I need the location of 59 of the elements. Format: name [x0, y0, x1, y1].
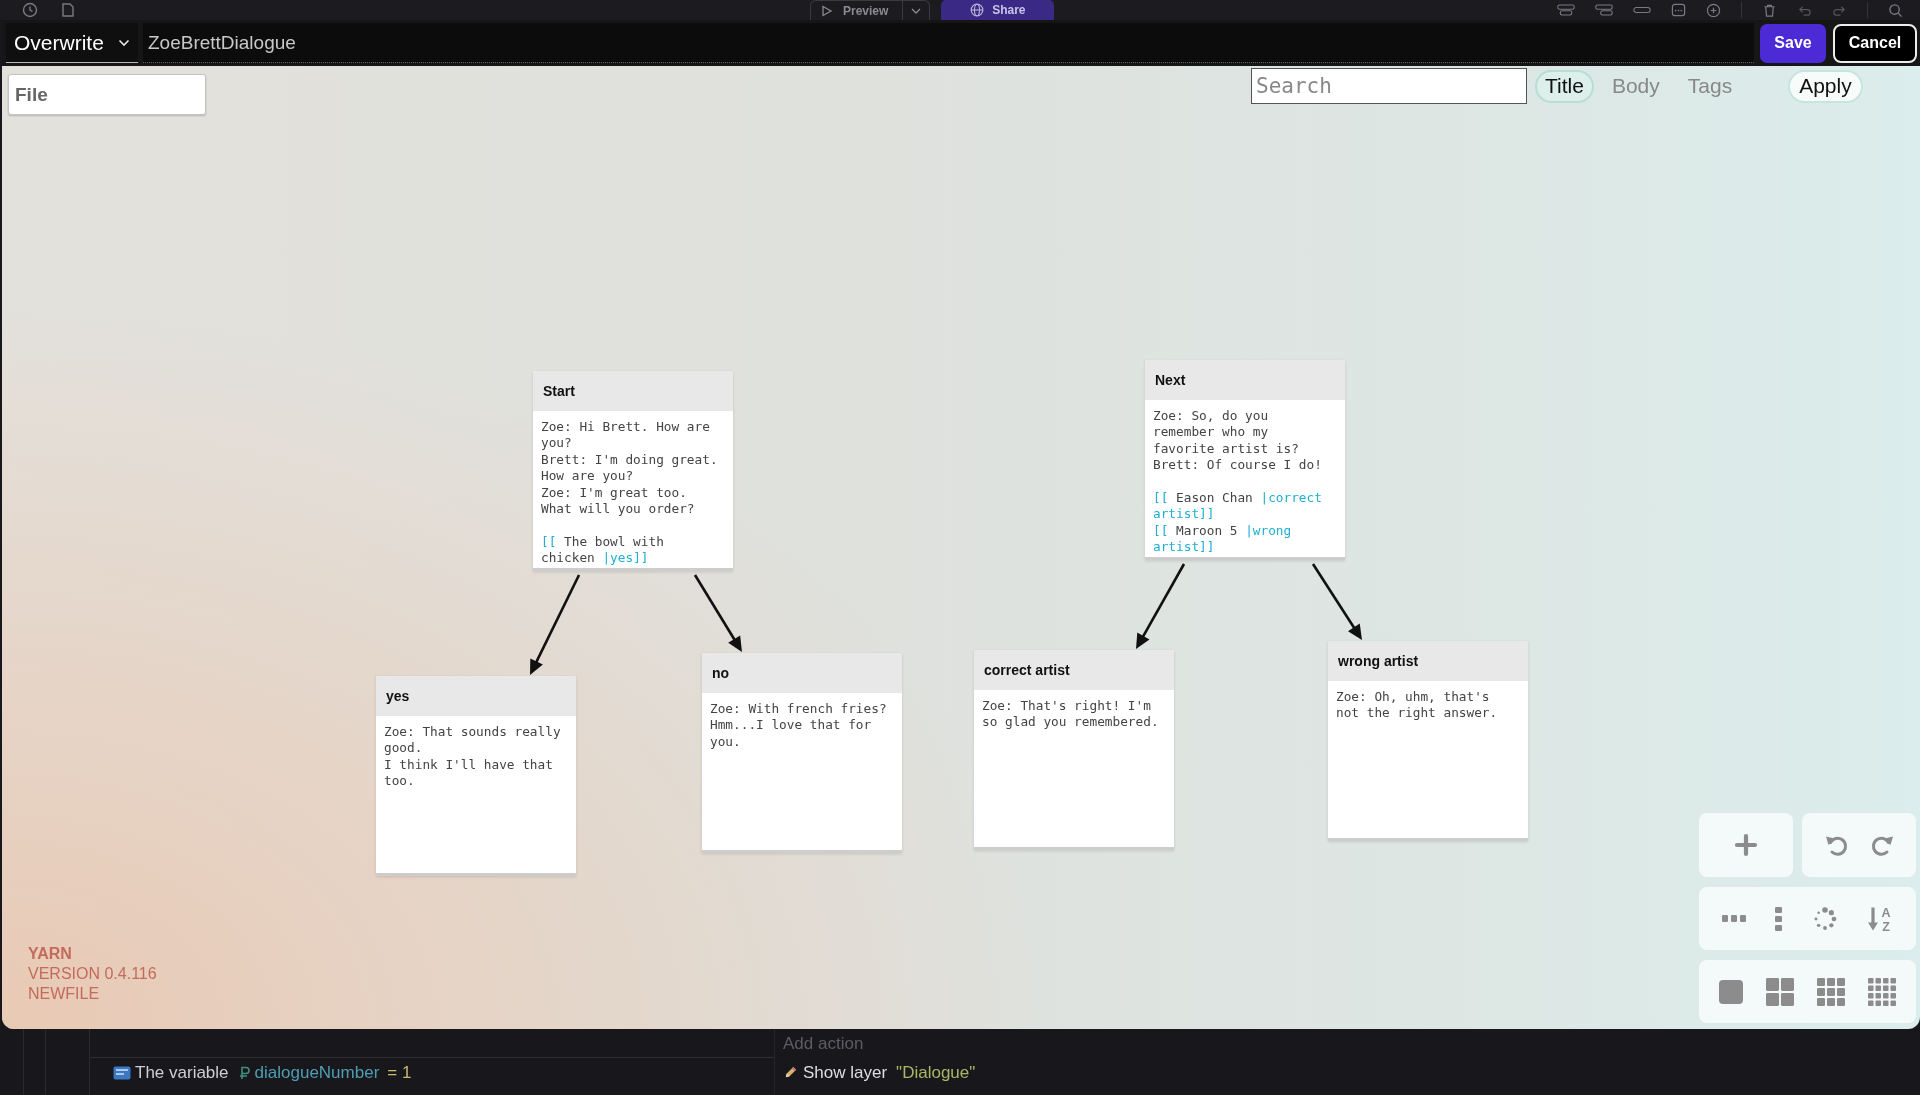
- mode-select[interactable]: Overwrite: [6, 23, 138, 63]
- plus-circle-icon[interactable]: [1706, 2, 1721, 18]
- vertical-dots-icon[interactable]: [1775, 906, 1783, 931]
- app-name: YARN: [28, 944, 73, 964]
- action-argument: "Dialogue": [896, 1062, 976, 1083]
- variable-icon: [238, 1066, 251, 1080]
- pencil-icon: [783, 1065, 798, 1080]
- dialogue-node[interactable]: Next Zoe: So, do you remember who my favorite artist is? Brett: Of course I do! [[ Eason Chan |correct artist]] [[ Maroon 5 |wrong artist]]: [1145, 360, 1345, 560]
- node-text: Zoe: So, do you remember who my favorite artist is? Brett: Of course I do! [[ Eason Chan |correct artist]] [[ Maroon 5 |wrong artist]]: [1152, 407, 1323, 556]
- node-title: Next: [1145, 360, 1345, 400]
- grid-icon[interactable]: [1868, 977, 1897, 1006]
- globe-icon: [970, 3, 985, 17]
- node-text: Zoe: Oh, uhm, that's not the right answer.: [1335, 688, 1499, 722]
- apply-button[interactable]: Apply: [1788, 69, 1863, 103]
- dialogue-node[interactable]: wrong artist Zoe: Oh, uhm, that's not the right answer.: [1328, 641, 1528, 841]
- node-title: Start: [533, 371, 733, 411]
- file-button[interactable]: File: [8, 74, 206, 115]
- node-text: Zoe: That's right! I'm so glad you remembered.: [981, 697, 1160, 731]
- search-icon[interactable]: [1888, 2, 1903, 18]
- share-button[interactable]: Share: [941, 0, 1055, 20]
- version-label: VERSION 0.4.116: [28, 964, 157, 984]
- align-icon[interactable]: [1595, 3, 1613, 17]
- node-text: Zoe: Hi Brett. How are you? Brett: I'm doing great. How are you? Zoe: I'm great too. What will you order? [[ The bowl with chicken |yes]]: [540, 418, 719, 567]
- condition-text: The variable: [135, 1063, 229, 1083]
- node-title: wrong artist: [1328, 641, 1528, 681]
- filter-tab[interactable]: Title: [1535, 69, 1594, 103]
- grid-icon[interactable]: [1765, 977, 1794, 1006]
- align-icon[interactable]: [1557, 3, 1575, 17]
- dropdown-button[interactable]: [903, 0, 931, 20]
- node-title: correct artist: [974, 650, 1174, 690]
- dialogue-node[interactable]: Start Zoe: Hi Brett. How are you? Brett: I'm doing great. How are you? Zoe: I'm great too. What will you order? [[ The bowl with chicken |yes]]: [533, 371, 733, 571]
- horizontal-dots-icon[interactable]: [1721, 915, 1746, 922]
- comment-icon[interactable]: [1671, 2, 1686, 18]
- file-name-label: NEWFILE: [28, 984, 101, 1004]
- grid-icon[interactable]: [1817, 977, 1846, 1006]
- trash-icon[interactable]: [1762, 2, 1777, 18]
- caret-icon: [911, 7, 922, 14]
- dialogue-node[interactable]: correct artist Zoe: That's right! I'm so glad you remembered.: [974, 650, 1174, 850]
- screen-icon: [113, 1066, 131, 1080]
- node-text: Zoe: With french fries? Hmm...I love that for you.: [709, 700, 888, 751]
- plus-icon[interactable]: [1734, 833, 1758, 857]
- node-title: no: [702, 653, 902, 693]
- action-text: Show layer: [803, 1062, 888, 1083]
- dialogue-node[interactable]: no Zoe: With french fries? Hmm...I love that for you.: [702, 653, 902, 853]
- clock-icon[interactable]: [22, 2, 38, 18]
- dialogue-node[interactable]: yes Zoe: That sounds really good. I think I'll have that too.: [376, 676, 576, 876]
- filename-field[interactable]: ZoeBrettDialogue: [143, 23, 1754, 63]
- node-title: yes: [376, 676, 576, 716]
- play-icon: [821, 4, 833, 17]
- preview-button[interactable]: Preview: [810, 0, 904, 20]
- caret-icon: [118, 38, 130, 47]
- search-field[interactable]: Search: [1251, 68, 1527, 104]
- save-button[interactable]: Save: [1760, 23, 1826, 63]
- cancel-button[interactable]: Cancel: [1833, 23, 1917, 63]
- comparison-value: = 1: [387, 1063, 412, 1083]
- single-square-icon[interactable]: [1718, 979, 1743, 1004]
- document-icon[interactable]: [60, 2, 76, 18]
- variable-name: dialogueNumber: [254, 1063, 380, 1083]
- node-text: Zoe: That sounds really good. I think I'll have that too.: [383, 723, 562, 790]
